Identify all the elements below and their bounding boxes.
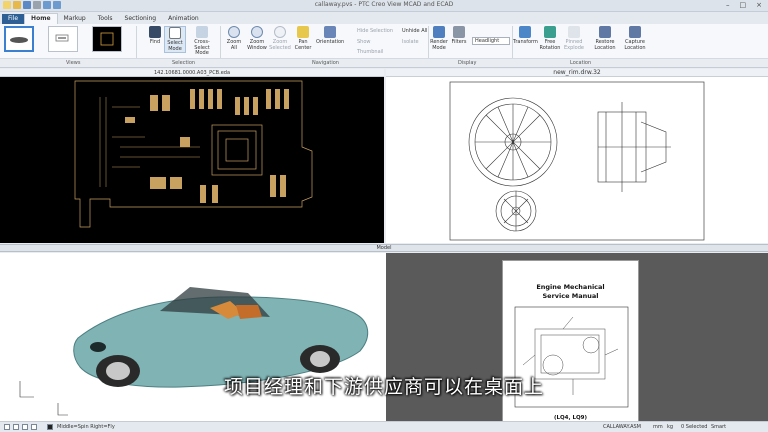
manual-title-line-2: Service Manual bbox=[542, 292, 599, 300]
window-controls: – □ × bbox=[726, 1, 762, 9]
free-rotation-button[interactable]: Free Rotation bbox=[539, 26, 561, 51]
model-pane-header: Model bbox=[0, 244, 768, 252]
close-icon[interactable]: × bbox=[756, 1, 762, 9]
thumbnail-item[interactable]: Thumbnail bbox=[357, 49, 383, 55]
pcb-layout-drawing bbox=[74, 80, 313, 228]
transform-icon bbox=[519, 26, 531, 38]
cross-select-mode-button[interactable]: Cross-Select Mode bbox=[188, 26, 216, 57]
window-title: callaway.pvs - PTC Creo View MCAD and EC… bbox=[314, 1, 454, 8]
tab-markup[interactable]: Markup bbox=[58, 14, 92, 24]
video-subtitle: 项目经理和下游供应商可以在桌面上 bbox=[223, 376, 544, 398]
pan-center-button[interactable]: Pan Center bbox=[292, 26, 314, 51]
filters-button[interactable]: Filters bbox=[450, 26, 468, 46]
view-thumbnail-drawing[interactable] bbox=[48, 26, 78, 52]
orientation-button[interactable]: Orientation bbox=[316, 26, 344, 46]
group-label-navigation: Navigation bbox=[312, 60, 339, 66]
show-item[interactable]: Show bbox=[357, 39, 371, 45]
pinned-explode-button[interactable]: Pinned Explode bbox=[562, 26, 586, 51]
zoom-selected-icon bbox=[274, 26, 286, 38]
zoom-all-icon bbox=[228, 26, 240, 38]
service-manual-page: Engine Mechanical Service Manual (LQ4, L… bbox=[502, 260, 639, 428]
ribbon-tabs: File Home Markup Tools Sectioning Animat… bbox=[0, 12, 768, 24]
minimize-icon[interactable]: – bbox=[726, 1, 730, 9]
tab-file[interactable]: File bbox=[2, 14, 25, 24]
rotation-icon bbox=[544, 26, 556, 38]
lighting-dropdown[interactable]: Headlight bbox=[472, 37, 510, 45]
view-thumbnail-car[interactable] bbox=[4, 26, 34, 52]
capture-location-button[interactable]: Capture Location bbox=[621, 26, 649, 51]
isolate-item[interactable]: Isolate bbox=[402, 39, 419, 45]
creo-view-app: callaway.pvs - PTC Creo View MCAD and EC… bbox=[0, 0, 768, 432]
view-thumbnail-pcb[interactable] bbox=[92, 26, 122, 52]
mass-units: kg bbox=[667, 424, 674, 430]
restore-location-icon bbox=[599, 26, 611, 38]
cursor-icon bbox=[169, 27, 181, 39]
manual-title-line-1: Engine Mechanical bbox=[536, 283, 605, 291]
drawing-viewport[interactable] bbox=[386, 77, 768, 243]
group-label-display: Display bbox=[458, 60, 477, 66]
explode-icon bbox=[568, 26, 580, 38]
render-mode-button[interactable]: Render Mode bbox=[429, 26, 449, 51]
drawing-pane-header: new_rim.drw.32 bbox=[386, 69, 768, 77]
zoom-window-icon bbox=[251, 26, 263, 38]
binoculars-icon bbox=[149, 26, 161, 38]
status-bar: Middle=Spin Right=Fly CALLAWAY.ASM mm kg… bbox=[0, 421, 768, 432]
status-icon-4[interactable] bbox=[31, 424, 37, 430]
group-label-selection: Selection bbox=[172, 60, 196, 66]
select-mode-button[interactable]: Select Mode bbox=[164, 26, 186, 53]
selection-count: 0 Selected bbox=[681, 424, 708, 430]
filter-icon bbox=[453, 26, 465, 38]
orientation-cube-icon bbox=[324, 26, 336, 38]
active-file-text: CALLAWAY.ASM bbox=[603, 424, 641, 430]
tab-home[interactable]: Home bbox=[24, 13, 58, 24]
length-units: mm bbox=[653, 424, 663, 430]
restore-location-button[interactable]: Restore Location bbox=[592, 26, 618, 51]
group-label-views: Views bbox=[66, 60, 81, 66]
unhide-all-item[interactable]: Unhide All bbox=[402, 28, 427, 34]
group-label-location: Location bbox=[570, 60, 592, 66]
cross-select-icon bbox=[196, 26, 208, 38]
tab-sectioning[interactable]: Sectioning bbox=[119, 14, 163, 24]
title-bar: callaway.pvs - PTC Creo View MCAD and EC… bbox=[0, 0, 768, 12]
status-icon-2[interactable] bbox=[13, 424, 19, 430]
zoom-selected-button[interactable]: Zoom Selected bbox=[269, 26, 291, 51]
mouse-mode-text: Middle=Spin Right=Fly bbox=[57, 424, 115, 430]
wheel-rim-drawing bbox=[449, 81, 705, 241]
tab-animation[interactable]: Animation bbox=[162, 14, 205, 24]
pcb-viewport[interactable] bbox=[0, 77, 384, 243]
capture-location-icon bbox=[629, 26, 641, 38]
selection-filter: Smart bbox=[711, 424, 727, 430]
render-mode-icon bbox=[433, 26, 445, 38]
find-button[interactable]: Find bbox=[146, 26, 164, 46]
pan-center-icon bbox=[297, 26, 309, 38]
zoom-window-button[interactable]: Zoom Window bbox=[246, 26, 268, 51]
pcb-pane-header: 142.10681.0000.A03_PCB.eda bbox=[0, 69, 384, 77]
tab-tools[interactable]: Tools bbox=[92, 14, 119, 24]
hide-selection-item[interactable]: Hide Selection bbox=[357, 28, 393, 34]
status-icon-5[interactable] bbox=[47, 424, 53, 430]
status-icon-3[interactable] bbox=[22, 424, 28, 430]
maximize-icon[interactable]: □ bbox=[740, 1, 747, 9]
ribbon-group-labels: Views Selection Navigation Display Locat… bbox=[0, 58, 768, 68]
status-icon-1[interactable] bbox=[4, 424, 10, 430]
zoom-all-button[interactable]: Zoom All bbox=[223, 26, 245, 51]
transform-button[interactable]: Transform bbox=[513, 26, 538, 46]
